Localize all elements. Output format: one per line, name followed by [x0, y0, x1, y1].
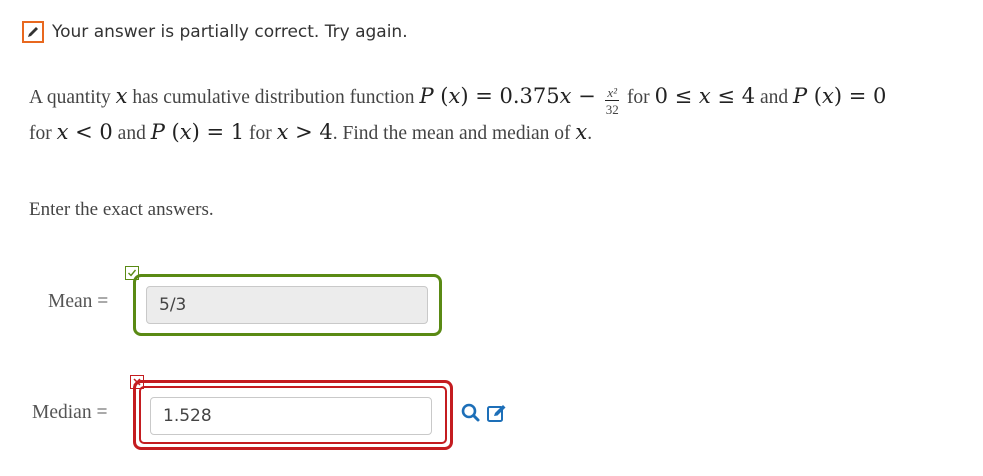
instruction-text: Enter the exact answers.	[29, 199, 214, 220]
fraction-x-squared-over-32: x² 32	[605, 85, 620, 117]
median-input[interactable]: 1.528	[150, 397, 432, 435]
pencil-edit-icon	[22, 21, 44, 43]
mean-answer-frame: 5/3	[133, 274, 442, 336]
feedback-banner: Your answer is partially correct. Try ag…	[22, 19, 408, 45]
feedback-message: Your answer is partially correct. Try ag…	[52, 22, 408, 42]
question-line-1: A quantity x has cumulative distribution…	[29, 84, 887, 117]
mean-label: Mean =	[48, 291, 109, 312]
median-label: Median =	[32, 402, 108, 423]
question-text: A quantity x has cumulative distribution…	[29, 78, 974, 150]
pencil-edit-icon[interactable]	[486, 401, 508, 425]
mean-input[interactable]: 5/3	[146, 286, 428, 324]
question-line-2: for x < 0 and P (x) = 1 for x > 4. Find …	[29, 120, 593, 144]
median-answer-frame: 1.528	[133, 380, 453, 450]
magnifier-icon[interactable]	[460, 401, 482, 425]
